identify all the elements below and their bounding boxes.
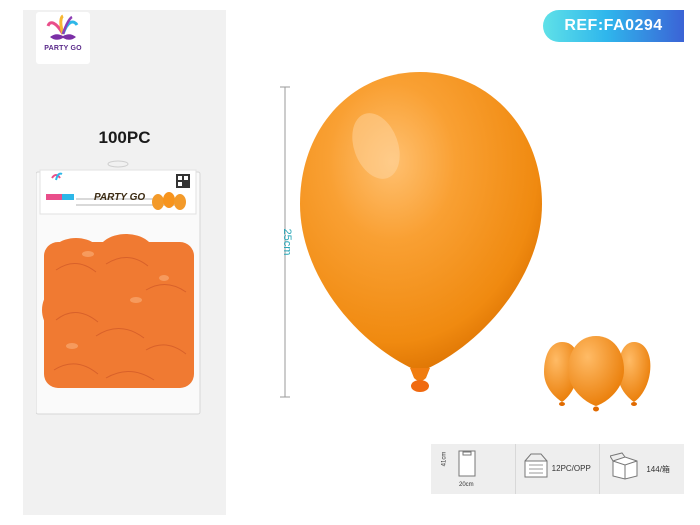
bag-icon	[458, 450, 476, 477]
orange-balloon-image	[300, 72, 542, 392]
display-box-icon	[524, 453, 548, 478]
inner-pack-text: 12PC/OPP	[551, 464, 591, 473]
package-brand-text: PARTY GO	[94, 192, 146, 203]
specs-bar: 41cm 20cm 12PC/OPP 144/箱	[431, 444, 684, 494]
carton-spec: 144/箱	[600, 444, 684, 494]
carton-icon	[610, 452, 638, 480]
quantity-label: 100PC	[98, 128, 151, 147]
logo-text: PARTY GO	[44, 45, 82, 52]
bag-width-text: 20cm	[459, 482, 474, 488]
carton-text: 144/箱	[646, 465, 670, 474]
reference-text: REF:FA0294	[564, 17, 663, 34]
bag-size-spec: 41cm 20cm	[431, 444, 516, 494]
inner-pack-spec: 12PC/OPP	[516, 444, 601, 494]
bag-height-text: 41cm	[441, 451, 448, 467]
party-go-logo-icon	[46, 14, 79, 40]
brand-logo: PARTY GO	[36, 12, 90, 64]
reference-badge: REF:FA0294	[543, 10, 684, 42]
balloon-trio-image	[544, 336, 651, 412]
